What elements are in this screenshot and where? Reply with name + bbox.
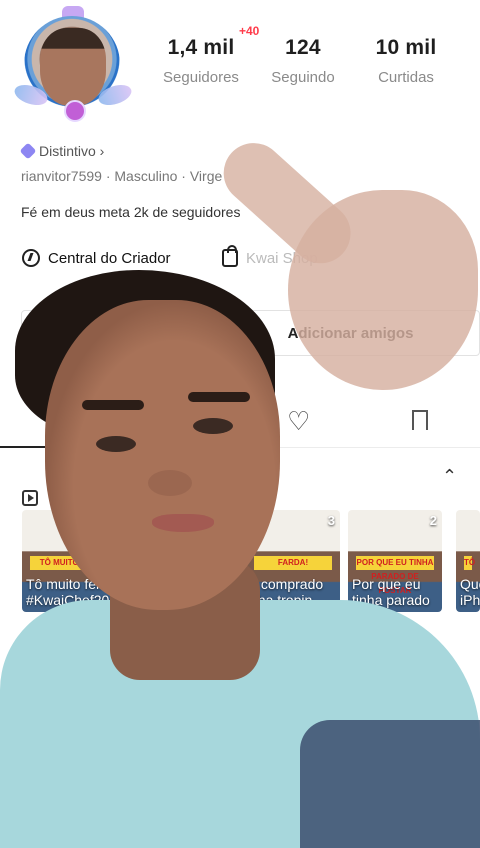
mouth: [152, 514, 214, 532]
left-eye: [96, 436, 136, 452]
right-eye: [193, 418, 233, 434]
thumb-banner: POR QUE EU TINHA PARADO DE POSTAR: [356, 556, 434, 595]
heart-icon: ♡: [287, 406, 311, 436]
hand-palm: [288, 190, 478, 390]
left-eyebrow: [82, 400, 144, 410]
creator-center-label: Central do Criador: [48, 249, 171, 267]
likes-count: 10 mil: [375, 36, 437, 59]
thumb-count: 2: [429, 513, 437, 528]
collection-thumb[interactable]: TÔ QueiPh: [456, 510, 480, 612]
collection-play-icon: [22, 490, 38, 506]
followers-new-badge: +40: [239, 24, 260, 38]
bookmark-icon[interactable]: [412, 410, 428, 436]
collection-thumb[interactable]: 2 POR QUE EU TINHA PARADO DE POSTAR Por …: [348, 510, 442, 612]
chevron-up-icon[interactable]: ⌃: [442, 466, 457, 487]
thumb-banner: FARDA!: [254, 556, 332, 570]
person-face: [45, 300, 280, 610]
creator-center-button[interactable]: Central do Criador: [22, 249, 171, 267]
right-eyebrow: [188, 392, 250, 402]
thumb-count: 3: [327, 513, 335, 528]
nose: [148, 470, 192, 496]
tab-liked[interactable]: ♡: [287, 408, 310, 434]
thumb-caption: QueiPh: [460, 576, 480, 608]
shirt-print: [300, 720, 480, 848]
distintivo-link[interactable]: Distintivo ›: [19, 142, 105, 160]
lightning-icon: [22, 249, 40, 267]
thumb-banner: TÔ: [464, 556, 475, 570]
badge-icon: [19, 142, 37, 160]
following-count: 124: [285, 36, 321, 59]
avatar: [40, 28, 106, 106]
profile-avatar[interactable]: [12, 6, 134, 126]
distintivo-label: Distintivo ›: [39, 143, 105, 159]
followers-count: 1,4 mil: [167, 36, 235, 59]
avatar-frame-gem: [64, 100, 86, 122]
